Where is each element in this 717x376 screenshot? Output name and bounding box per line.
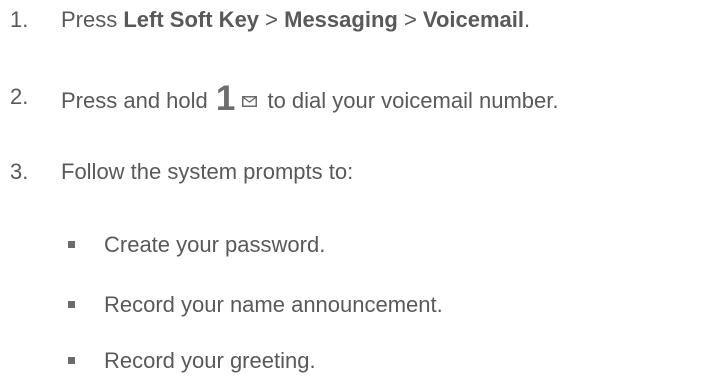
path-separator: >	[397, 7, 423, 32]
menu-path-messaging: Messaging	[284, 7, 398, 32]
envelope-icon	[242, 96, 258, 107]
step-number: 2.	[10, 84, 29, 109]
list-item-text: Record your name announcement.	[104, 292, 443, 317]
step-text-segment: Press and hold	[61, 88, 214, 113]
menu-path-voicemail: Voicemail	[422, 7, 524, 32]
list-item-text: Record your greeting.	[104, 348, 316, 373]
step-number: 3.	[10, 159, 29, 184]
step-text: Press and hold 1 to dial your voicemail …	[61, 79, 559, 118]
step-text: Press Left Soft Key > Messaging > Voicem…	[61, 5, 530, 35]
square-bullet-icon	[68, 241, 75, 248]
key-1-glyph: 1	[215, 79, 236, 118]
step-text-segment: to dial your voicemail number.	[261, 88, 559, 113]
step-number: 1.	[10, 7, 29, 32]
step-text: Follow the system prompts to:	[61, 159, 354, 184]
list-item-text: Create your password.	[104, 232, 326, 257]
square-bullet-icon	[68, 357, 75, 364]
step-text-segment: Press	[61, 7, 124, 32]
square-bullet-icon	[68, 301, 75, 308]
step-text-segment: .	[524, 7, 531, 32]
menu-path-left-soft-key: Left Soft Key	[123, 7, 260, 32]
path-separator: >	[259, 7, 285, 32]
